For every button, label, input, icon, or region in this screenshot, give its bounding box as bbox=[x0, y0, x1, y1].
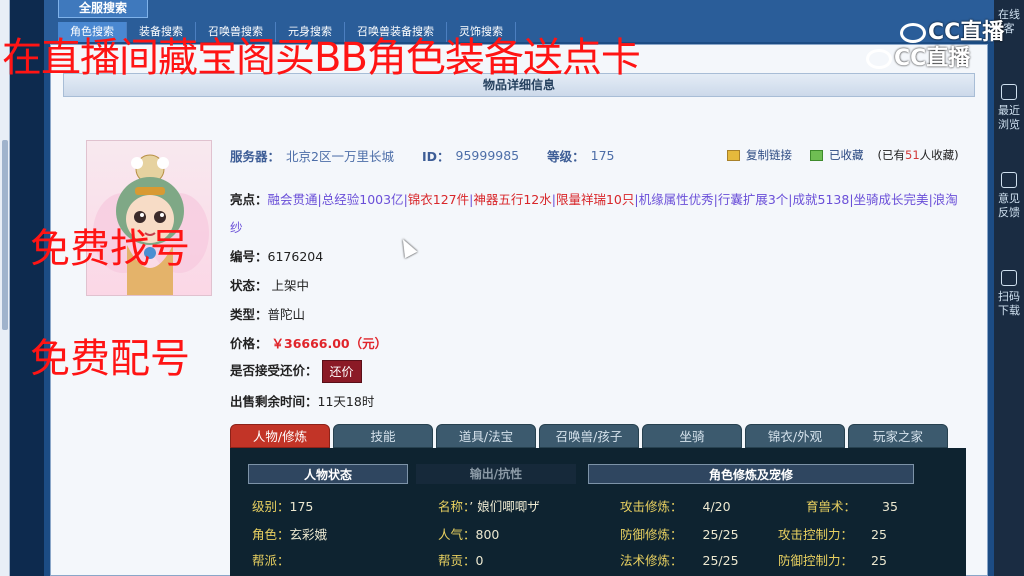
serial-row: 编号：6176204 bbox=[230, 246, 323, 265]
sidebar-feedback-label: 意见反馈 bbox=[998, 192, 1020, 219]
fav-count-number: 51 bbox=[905, 148, 920, 162]
id-value: 95999985 bbox=[455, 148, 520, 163]
level-value: 175 bbox=[590, 148, 615, 163]
global-search-tab[interactable]: 全服搜索 bbox=[58, 0, 148, 18]
scrollbar-thumb[interactable] bbox=[2, 140, 8, 330]
highlights-label: 亮点： bbox=[230, 192, 268, 207]
detail-tabs: 人物/修炼 技能 道具/法宝 召唤兽/孩子 坐骑 锦衣/外观 玩家之家 bbox=[230, 424, 948, 448]
serial-label: 编号： bbox=[230, 249, 268, 264]
stat-level: 级别：175 bbox=[252, 499, 314, 514]
type-label: 类型： bbox=[230, 307, 268, 322]
section-cultivation: 角色修炼及宠修 bbox=[588, 464, 914, 484]
section-output-resist[interactable]: 输出/抗性 bbox=[416, 464, 576, 484]
time-left-label: 出售剩余时间： bbox=[230, 394, 318, 409]
stat-popularity: 人气：800 bbox=[438, 527, 500, 542]
stat-contribution: 帮贡：0 bbox=[438, 553, 484, 568]
price-row: 价格： ￥36666.00（元） bbox=[230, 333, 387, 352]
status-value: 上架中 bbox=[271, 278, 310, 293]
price-label: 价格： bbox=[230, 336, 268, 351]
level-label: 等级： bbox=[547, 149, 585, 164]
id-label: ID： bbox=[421, 149, 450, 164]
server-label: 服务器： bbox=[230, 149, 281, 164]
type-value: 普陀山 bbox=[267, 307, 306, 322]
status-row: 状态： 上架中 bbox=[230, 275, 309, 294]
stat-name: 名称：’ 娘们唧唧ザ bbox=[438, 499, 540, 514]
cc-logo-icon bbox=[866, 49, 892, 69]
stat-magic-cultivation: 法术修炼： 25/25 bbox=[620, 553, 739, 568]
stat-attack-control: 攻击控制力： 25 bbox=[778, 527, 887, 542]
section-character-status[interactable]: 人物状态 bbox=[248, 464, 408, 484]
tab-skills[interactable]: 技能 bbox=[333, 424, 433, 448]
serial-value: 6176204 bbox=[267, 249, 324, 264]
stat-beast-taming: 育兽术： 35 bbox=[806, 499, 898, 514]
sidebar-recent-browse[interactable]: 最近浏览 bbox=[994, 84, 1024, 132]
time-left-row: 出售剩余时间：11天18时 bbox=[230, 391, 374, 410]
server-info-line: 服务器： 北京2区一万里长城 ID： 95999985 等级： 175 bbox=[230, 146, 637, 165]
highlight-item: 坐骑成长完美 bbox=[853, 192, 929, 207]
bargain-row: 是否接受还价： 还价 bbox=[230, 360, 362, 383]
item-actions: 复制链接 已收藏 (已有51人收藏) bbox=[727, 147, 959, 163]
highlight-item: 机缘属性优秀 bbox=[638, 192, 714, 207]
stat-defense-control: 防御控制力： 25 bbox=[778, 553, 887, 568]
right-sidebar: 在线 客 最近浏览 意见反馈 扫码下载 bbox=[994, 0, 1024, 576]
sidebar-feedback[interactable]: 意见反馈 bbox=[994, 172, 1024, 220]
highlight-item: 神器五行12水 bbox=[473, 192, 552, 207]
fav-count-prefix: (已有 bbox=[877, 148, 906, 162]
favorite-count: (已有51人收藏) bbox=[878, 147, 959, 163]
favorited-button[interactable]: 已收藏 bbox=[829, 147, 864, 163]
tab-items-treasure[interactable]: 道具/法宝 bbox=[436, 424, 536, 448]
sidebar-download-label: 扫码下载 bbox=[998, 290, 1020, 317]
stat-defense-cultivation: 防御修炼： 25/25 bbox=[620, 527, 739, 542]
tab-player-home[interactable]: 玩家之家 bbox=[848, 424, 948, 448]
tab-character-cultivation[interactable]: 人物/修炼 bbox=[230, 424, 330, 448]
favorite-icon bbox=[810, 149, 823, 161]
highlight-item: 融会贯通 bbox=[267, 192, 318, 207]
overlay-free-find: 免费找号 bbox=[30, 226, 190, 272]
highlights: 亮点：融会贯通|总经验1003亿|锦衣127件|神器五行12水|限量祥瑞10只|… bbox=[230, 192, 958, 235]
overlay-free-match: 免费配号 bbox=[30, 336, 190, 382]
bargain-button[interactable]: 还价 bbox=[321, 360, 362, 383]
tab-pets-children[interactable]: 召唤兽/孩子 bbox=[539, 424, 639, 448]
tab-outfits[interactable]: 锦衣/外观 bbox=[745, 424, 845, 448]
left-scrollbar[interactable] bbox=[0, 0, 10, 576]
stat-gang: 帮派： bbox=[252, 553, 290, 568]
clock-icon bbox=[1001, 84, 1017, 100]
server-value: 北京2区一万里长城 bbox=[286, 149, 394, 164]
status-label: 状态： bbox=[230, 278, 268, 293]
tab-mounts[interactable]: 坐骑 bbox=[642, 424, 742, 448]
price-value: ￥36666.00（元） bbox=[271, 336, 388, 351]
stats-panel: 人物状态 输出/抗性 角色修炼及宠修 级别：175 名称：’ 娘们唧唧ザ 攻击修… bbox=[230, 448, 966, 576]
fav-count-suffix: 人收藏) bbox=[919, 148, 959, 162]
type-row: 类型：普陀山 bbox=[230, 304, 305, 323]
highlight-item: 行囊扩展3个 bbox=[717, 192, 789, 207]
highlight-item: 锦衣127件 bbox=[407, 192, 470, 207]
time-left-value: 11天18时 bbox=[317, 394, 375, 409]
highlight-item: 总经验1003亿 bbox=[321, 192, 404, 207]
sidebar-recent-label: 最近浏览 bbox=[998, 104, 1020, 131]
copy-link-button[interactable]: 复制链接 bbox=[746, 147, 792, 163]
sidebar-qr-download[interactable]: 扫码下载 bbox=[994, 270, 1024, 318]
highlight-item: 限量祥瑞10只 bbox=[555, 192, 635, 207]
highlight-item: 成就5138 bbox=[792, 192, 850, 207]
stat-attack-cultivation: 攻击修炼： 4/20 bbox=[620, 499, 731, 514]
qr-code-icon bbox=[1001, 270, 1017, 286]
bargain-label: 是否接受还价： bbox=[230, 363, 318, 378]
feedback-icon bbox=[1001, 172, 1017, 188]
overlay-banner: 在直播间藏宝阁买BB角色装备送点卡 bbox=[2, 35, 641, 81]
stat-role: 角色：玄彩娥 bbox=[252, 527, 328, 542]
cc-live-logo-2: CC直播 bbox=[866, 40, 970, 72]
copy-link-icon bbox=[727, 149, 740, 161]
